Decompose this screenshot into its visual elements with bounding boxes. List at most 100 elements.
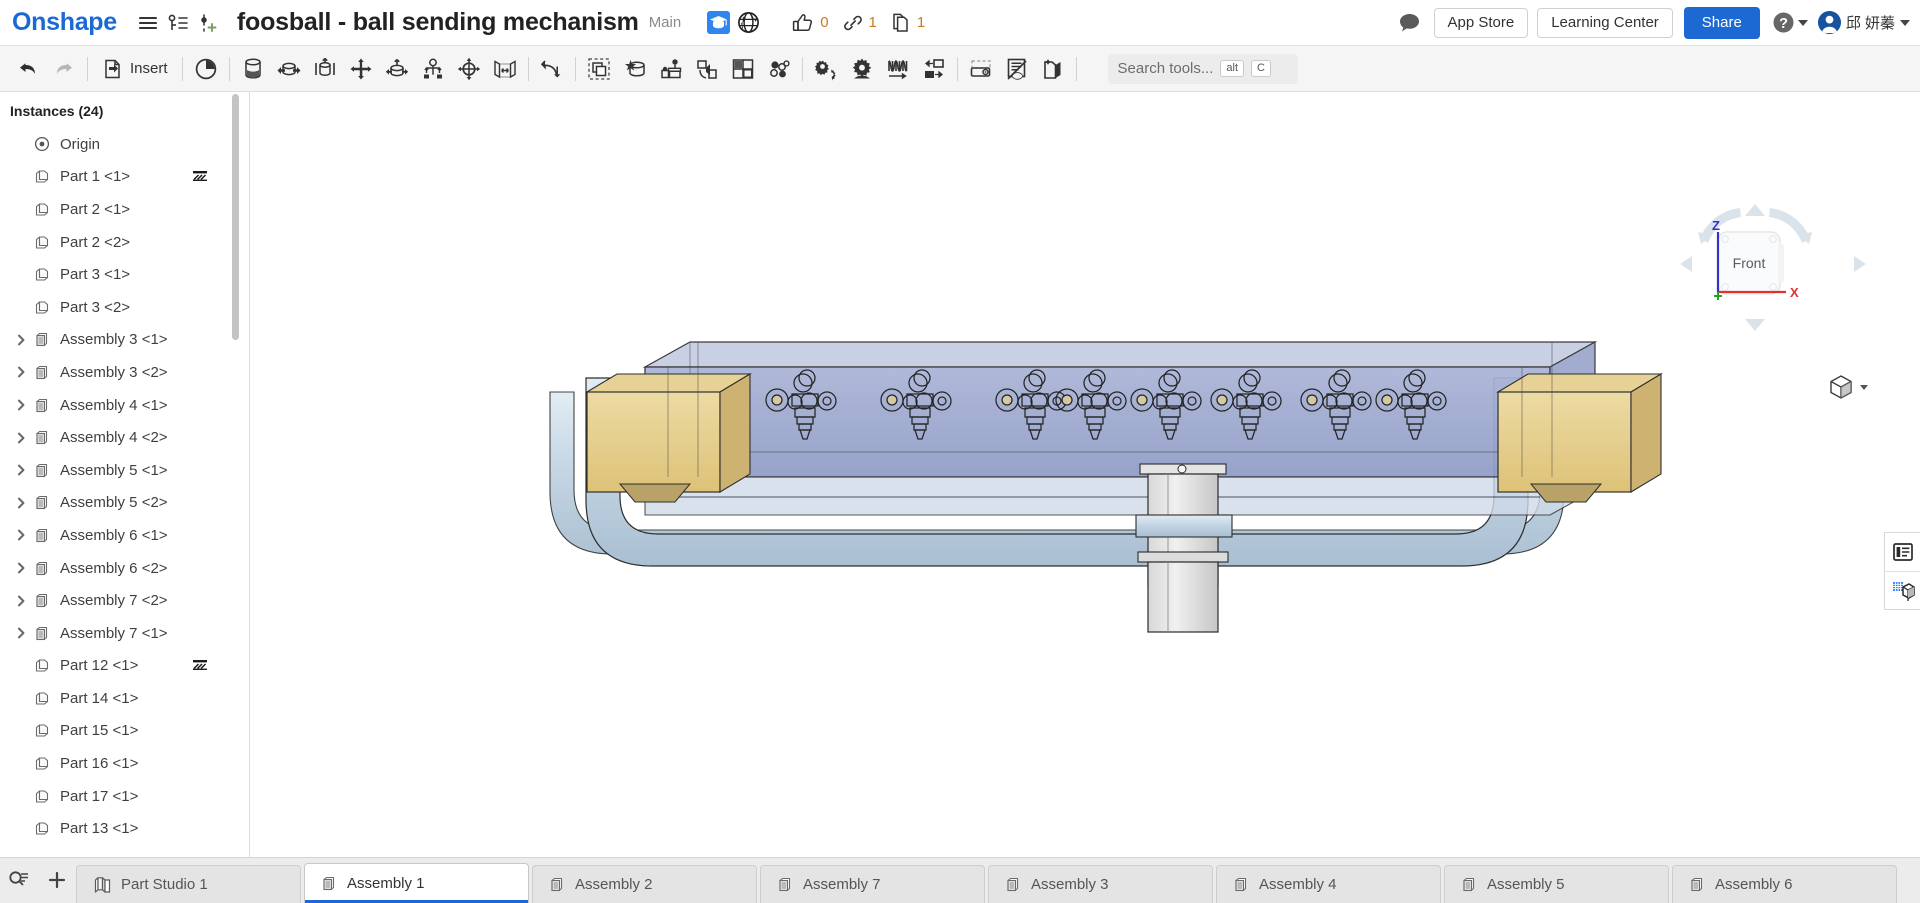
link-count[interactable]: 1 [836,13,884,33]
sidebar-scrollbar-thumb[interactable] [232,94,239,340]
mate-relation-button[interactable] [844,51,880,87]
tree-item[interactable]: Part 17 <1> [0,780,249,813]
chevron-right-icon[interactable] [12,627,30,639]
mate-slider-button[interactable] [307,51,343,87]
chevron-right-icon[interactable] [12,334,30,346]
tree-item[interactable]: Part 14 <1> [0,682,249,715]
tree-item[interactable]: Assembly 4 <1> [0,389,249,422]
mate-revolute-button[interactable] [271,51,307,87]
rotate-left-arrow [1680,256,1692,272]
mate-pin-slot-button[interactable] [415,51,451,87]
tree-item[interactable]: Part 3 <2> [0,291,249,324]
assembly-pattern-button[interactable] [653,51,689,87]
tree-item[interactable]: Part 1 <1> [0,161,249,194]
help-menu[interactable]: ? [1772,11,1808,34]
view-mode-selector[interactable] [1828,374,1868,400]
replicate-button[interactable] [617,51,653,87]
tree-item[interactable]: Assembly 7 <1> [0,617,249,650]
appearance-panel-button[interactable] [1885,571,1920,609]
gear-mate-button[interactable] [808,51,844,87]
chevron-right-icon[interactable] [12,366,30,378]
hamburger-menu-icon[interactable] [133,8,163,38]
document-tab[interactable]: Part Studio 1 [76,865,301,903]
3d-viewport[interactable]: Front Z X [250,92,1920,903]
tree-item[interactable]: Assembly 5 <2> [0,487,249,520]
share-button[interactable]: Share [1683,6,1760,39]
view-cube-graphic[interactable]: Front Z X [1678,200,1868,335]
group-button[interactable] [581,51,617,87]
chevron-right-icon[interactable] [12,562,30,574]
chevron-right-icon[interactable] [12,464,30,476]
tree-item[interactable]: Part 16 <1> [0,747,249,780]
chevron-right-icon[interactable] [12,595,30,607]
chevron-right-icon[interactable] [12,529,30,541]
globe-icon[interactable] [733,8,763,38]
create-drawing-button[interactable] [1035,51,1071,87]
search-tools-input[interactable]: Search tools... alt C [1107,53,1298,84]
display-state-button[interactable] [963,51,999,87]
comment-bubble-icon[interactable] [1395,8,1425,38]
mate-parallel-button[interactable] [487,51,523,87]
tree-item[interactable]: Assembly 7 <2> [0,584,249,617]
version-graph-icon[interactable] [163,8,193,38]
chevron-right-icon[interactable] [12,497,30,509]
document-tab[interactable]: Assembly 2 [532,865,757,903]
linear-relation-button[interactable] [916,51,952,87]
tree-item[interactable]: Origin [0,128,249,161]
copy-count[interactable]: 1 [884,12,932,33]
document-tab[interactable]: Assembly 1 [304,863,529,903]
tree-item[interactable]: Assembly 4 <2> [0,421,249,454]
chevron-right-icon[interactable] [12,399,30,411]
tree-item[interactable]: Part 2 <2> [0,226,249,259]
bom-button[interactable] [761,51,797,87]
mate-connector-button[interactable] [534,51,570,87]
mate-ball-button[interactable] [451,51,487,87]
document-tab[interactable]: Assembly 5 [1444,865,1669,903]
properties-panel-button[interactable] [1885,533,1920,571]
tab-list: Part Studio 1 Assembly 1 Assembly 2 Assembl… [76,863,1900,903]
tree-item[interactable]: Assembly 6 <2> [0,552,249,585]
tree-item[interactable]: Assembly 6 <1> [0,519,249,552]
tree-item[interactable]: Assembly 3 <2> [0,356,249,389]
instance-tree[interactable]: Origin Part 1 <1> Part 2 <1> Part 2 <2> Part… [0,128,249,903]
chevron-down-icon [1797,19,1808,26]
transform-button[interactable] [689,51,725,87]
part-studio-icon [93,875,112,894]
tree-item[interactable]: Part 3 <1> [0,258,249,291]
document-tab[interactable]: Assembly 7 [760,865,985,903]
document-tab[interactable]: Assembly 6 [1672,865,1897,903]
tree-item[interactable]: Part 15 <1> [0,715,249,748]
learning-center-button[interactable]: Learning Center [1537,7,1673,38]
hide-bom-button[interactable] [999,51,1035,87]
add-tab-button[interactable] [38,857,76,903]
tree-item[interactable]: Assembly 5 <1> [0,454,249,487]
spring-relation-button[interactable] [880,51,916,87]
onshape-logo[interactable]: Onshape [12,8,117,37]
assembly-feature-button[interactable] [188,51,224,87]
redo-button[interactable] [46,51,82,87]
tree-item[interactable]: Part 12 <1> [0,650,249,683]
tree-item[interactable]: Part 2 <1> [0,193,249,226]
chevron-right-icon[interactable] [12,432,30,444]
insert-button[interactable]: Insert [93,51,177,87]
tree-item[interactable]: Part 13 <1> [0,812,249,845]
app-store-button[interactable]: App Store [1433,7,1529,38]
graduation-cap-icon[interactable] [703,8,733,38]
document-tab[interactable]: Assembly 4 [1216,865,1441,903]
user-menu[interactable]: 邱 妍蓁 [1817,11,1910,34]
view-cube[interactable]: Front Z X [1678,200,1868,335]
tree-item[interactable]: Assembly 3 <1> [0,324,249,357]
like-count[interactable]: 0 [785,13,835,33]
mate-planar-button[interactable] [343,51,379,87]
cad-model[interactable] [250,92,1920,903]
tab-search-button[interactable] [0,857,38,903]
sidebar-scrollbar-track[interactable] [232,92,244,903]
document-title[interactable]: foosball - ball sending mechanism [237,8,639,37]
explode-view-button[interactable] [725,51,761,87]
add-version-icon[interactable] [193,8,223,38]
document-tab[interactable]: Assembly 3 [988,865,1213,903]
mate-fastened-button[interactable] [235,51,271,87]
undo-button[interactable] [10,51,46,87]
instances-sidebar: Instances (24) Origin Part 1 <1> Part 2 <1… [0,92,250,903]
mate-cylindrical-button[interactable] [379,51,415,87]
